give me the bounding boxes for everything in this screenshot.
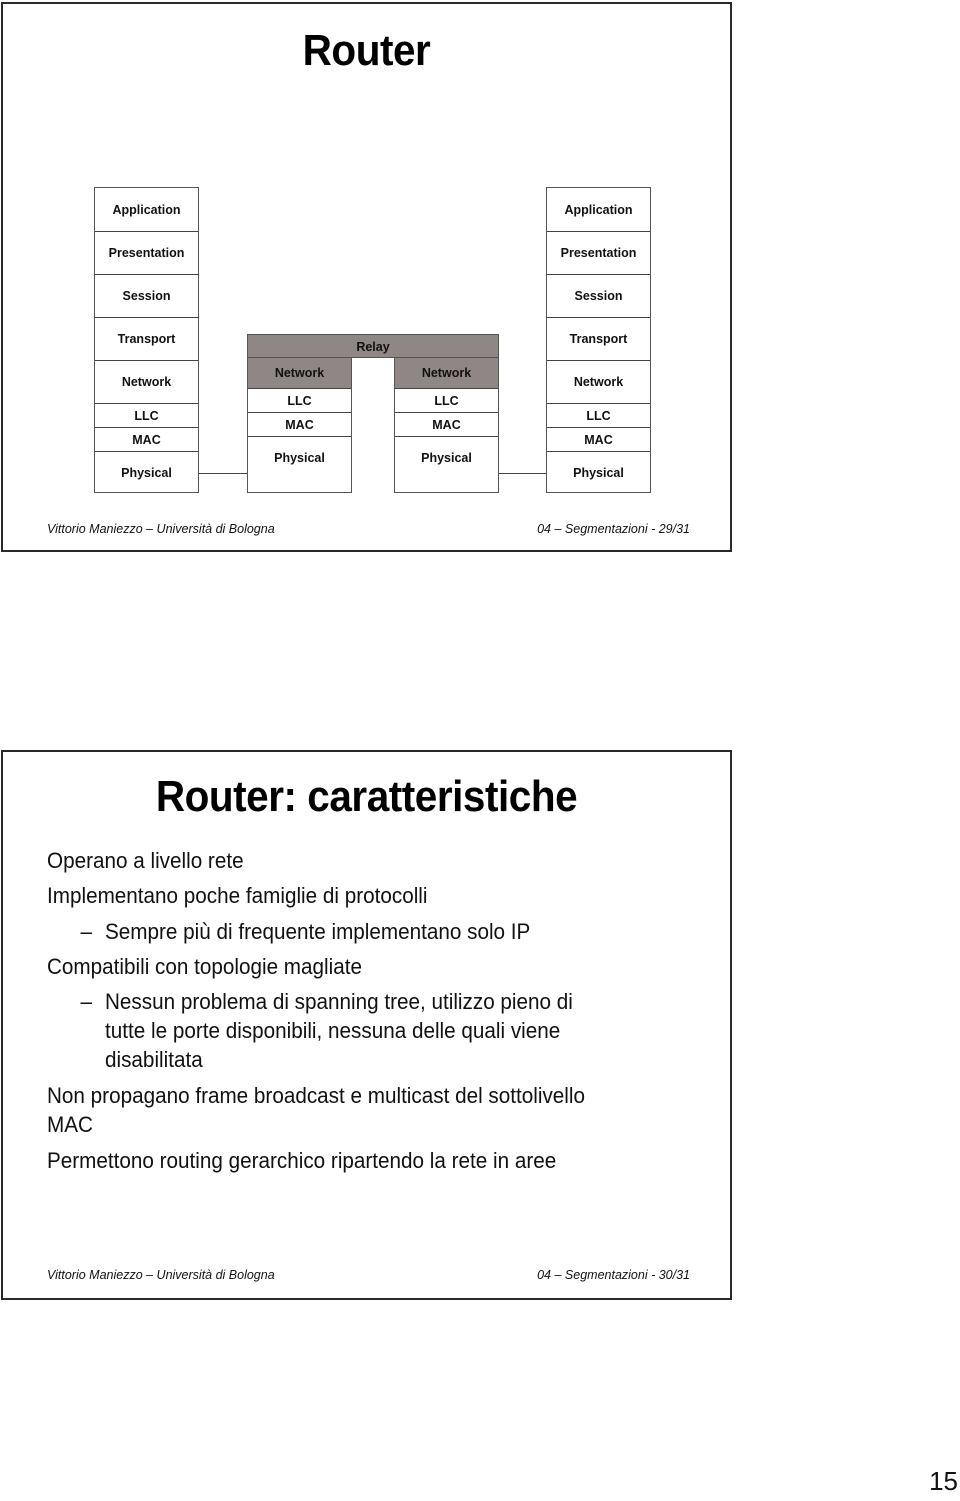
layer-network: Network xyxy=(395,358,498,388)
dash-marker: – xyxy=(80,919,93,944)
bullet-item: Implementano poche famiglie di protocoll… xyxy=(47,883,428,908)
slide-title: Router: caratteristiche xyxy=(155,772,578,821)
protocol-stack-host-b: Application Presentation Session Transport N… xyxy=(546,187,651,493)
bullet-line: Non propagano frame broadcast e multicas… xyxy=(47,1083,585,1108)
layer-network: Network xyxy=(547,360,650,403)
footer-author: Vittorio Maniezzo – Università di Bologn… xyxy=(47,522,275,536)
footer-slide-number: 04 – Segmentazioni - 29/31 xyxy=(537,522,690,536)
footer-author: Vittorio Maniezzo – Università di Bologn… xyxy=(47,1268,275,1282)
layer-llc: LLC xyxy=(95,403,198,427)
bullet-item: Permettono routing gerarchico ripartendo… xyxy=(47,1148,557,1173)
footer-slide-number: 04 – Segmentazioni - 30/31 xyxy=(537,1268,690,1282)
relay-box: Relay xyxy=(247,334,499,358)
layer-physical: Physical xyxy=(547,451,650,494)
layer-physical: Physical xyxy=(248,436,351,479)
protocol-stack-host-a: Application Presentation Session Transport N… xyxy=(94,187,199,493)
layer-application: Application xyxy=(564,202,633,217)
bullet-item: Operano a livello rete xyxy=(47,848,244,873)
layer-session: Session xyxy=(95,274,198,317)
sub-bullet-text: Sempre più di frequente implementano sol… xyxy=(105,919,531,944)
layer-mac: MAC xyxy=(248,412,351,436)
protocol-stack-router-port-1: Network LLC MAC Physical xyxy=(247,357,352,493)
layer-network: Network xyxy=(95,360,198,403)
dash-marker: – xyxy=(80,989,93,1014)
layer-llc: LLC xyxy=(395,388,498,412)
bullet-line: MAC xyxy=(47,1112,93,1137)
bullet-item: Compatibili con topologie magliate xyxy=(47,954,362,979)
sub-bullet-item: – Sempre più di frequente implementano s… xyxy=(81,917,531,946)
layer-session: Session xyxy=(547,274,650,317)
layer-llc: LLC xyxy=(547,403,650,427)
sub-bullet-line: disabilitata xyxy=(105,1047,203,1072)
layer-physical: Physical xyxy=(395,436,498,479)
sub-bullet-line: tutte le porte disponibili, nessuna dell… xyxy=(105,1018,561,1043)
layer-mac: MAC xyxy=(95,427,198,451)
layer-physical: Physical xyxy=(95,451,198,494)
layer-network: Network xyxy=(248,358,351,388)
layer-transport: Transport xyxy=(95,317,198,360)
physical-link-a xyxy=(199,473,247,474)
slide-router: Router Application Presentation Session Tra… xyxy=(1,2,732,552)
layer-mac: MAC xyxy=(395,412,498,436)
slide-title: Router xyxy=(302,26,431,75)
slide-router-caratteristiche: Router: caratteristiche Operano a livell… xyxy=(1,750,732,1300)
page-number: 15 xyxy=(929,1466,958,1496)
layer-presentation: Presentation xyxy=(95,231,198,274)
protocol-stack-router-port-2: Network LLC MAC Physical xyxy=(394,357,499,493)
physical-link-b xyxy=(499,473,546,474)
bullet-item: Non propagano frame broadcast e multicas… xyxy=(47,1081,585,1139)
layer-presentation: Presentation xyxy=(547,231,650,274)
layer-mac: MAC xyxy=(547,427,650,451)
layer-llc: LLC xyxy=(248,388,351,412)
layer-transport: Transport xyxy=(547,317,650,360)
sub-bullet-item: – Nessun problema di spanning tree, util… xyxy=(81,987,573,1074)
layer-application: Application xyxy=(112,202,181,217)
sub-bullet-line: Nessun problema di spanning tree, utiliz… xyxy=(105,989,573,1014)
